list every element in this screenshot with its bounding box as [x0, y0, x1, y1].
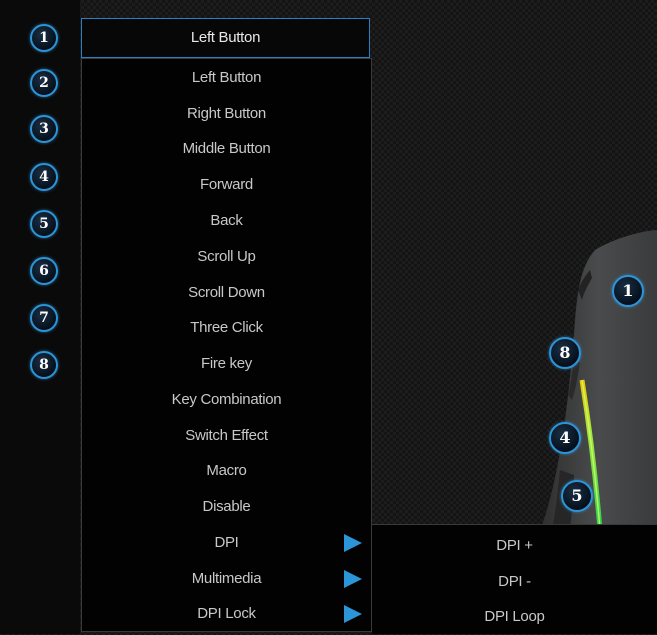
menu-item-macro[interactable]: Macro [82, 453, 371, 489]
button-badge-5[interactable]: 5 [30, 210, 58, 238]
menu-item-disable[interactable]: Disable [82, 489, 371, 525]
menu-item-multimedia-label: Multimedia [191, 570, 262, 587]
submenu-arrow-icon [344, 534, 362, 552]
button-badge-1[interactable]: 1 [30, 24, 58, 52]
submenu-item-dpi-loop[interactable]: DPI Loop [372, 599, 657, 635]
menu-item-dpi[interactable]: DPI [82, 525, 371, 561]
mouse-badge-1[interactable]: 1 [612, 275, 644, 307]
button-number-column: 1 2 3 4 5 6 7 8 [0, 0, 80, 634]
mouse-badge-8[interactable]: 8 [549, 337, 581, 369]
button-badge-7[interactable]: 7 [30, 304, 58, 332]
button-badge-2[interactable]: 2 [30, 69, 58, 97]
submenu-item-dpi-plus[interactable]: DPI + [372, 528, 657, 564]
menu-item-multimedia[interactable]: Multimedia [82, 561, 371, 597]
menu-item-scroll-down[interactable]: Scroll Down [82, 275, 371, 311]
menu-item-left-button[interactable]: Left Button [82, 60, 371, 96]
menu-item-scroll-up[interactable]: Scroll Up [82, 239, 371, 275]
menu-item-right-button[interactable]: Right Button [82, 96, 371, 132]
button-badge-3[interactable]: 3 [30, 115, 58, 143]
function-select-box[interactable]: Left Button [81, 18, 370, 58]
submenu-arrow-icon [344, 605, 362, 623]
menu-item-dpi-label: DPI [214, 534, 239, 551]
menu-item-middle-button[interactable]: Middle Button [82, 131, 371, 167]
menu-item-dpi-lock[interactable]: DPI Lock [82, 596, 371, 632]
menu-item-dpi-lock-label: DPI Lock [197, 605, 256, 622]
button-badge-6[interactable]: 6 [30, 257, 58, 285]
menu-item-three-click[interactable]: Three Click [82, 310, 371, 346]
dpi-submenu: DPI + DPI - DPI Loop [372, 524, 657, 634]
function-dropdown-menu: Left Button Right Button Middle Button F… [81, 58, 372, 632]
submenu-arrow-icon [344, 570, 362, 588]
menu-item-fire-key[interactable]: Fire key [82, 346, 371, 382]
menu-item-switch-effect[interactable]: Switch Effect [82, 418, 371, 454]
mouse-badge-4[interactable]: 4 [549, 422, 581, 454]
menu-item-key-combination[interactable]: Key Combination [82, 382, 371, 418]
mouse-badge-5[interactable]: 5 [561, 480, 593, 512]
button-badge-8[interactable]: 8 [30, 351, 58, 379]
button-badge-4[interactable]: 4 [30, 163, 58, 191]
menu-item-forward[interactable]: Forward [82, 167, 371, 203]
submenu-item-dpi-minus[interactable]: DPI - [372, 564, 657, 600]
menu-item-back[interactable]: Back [82, 203, 371, 239]
